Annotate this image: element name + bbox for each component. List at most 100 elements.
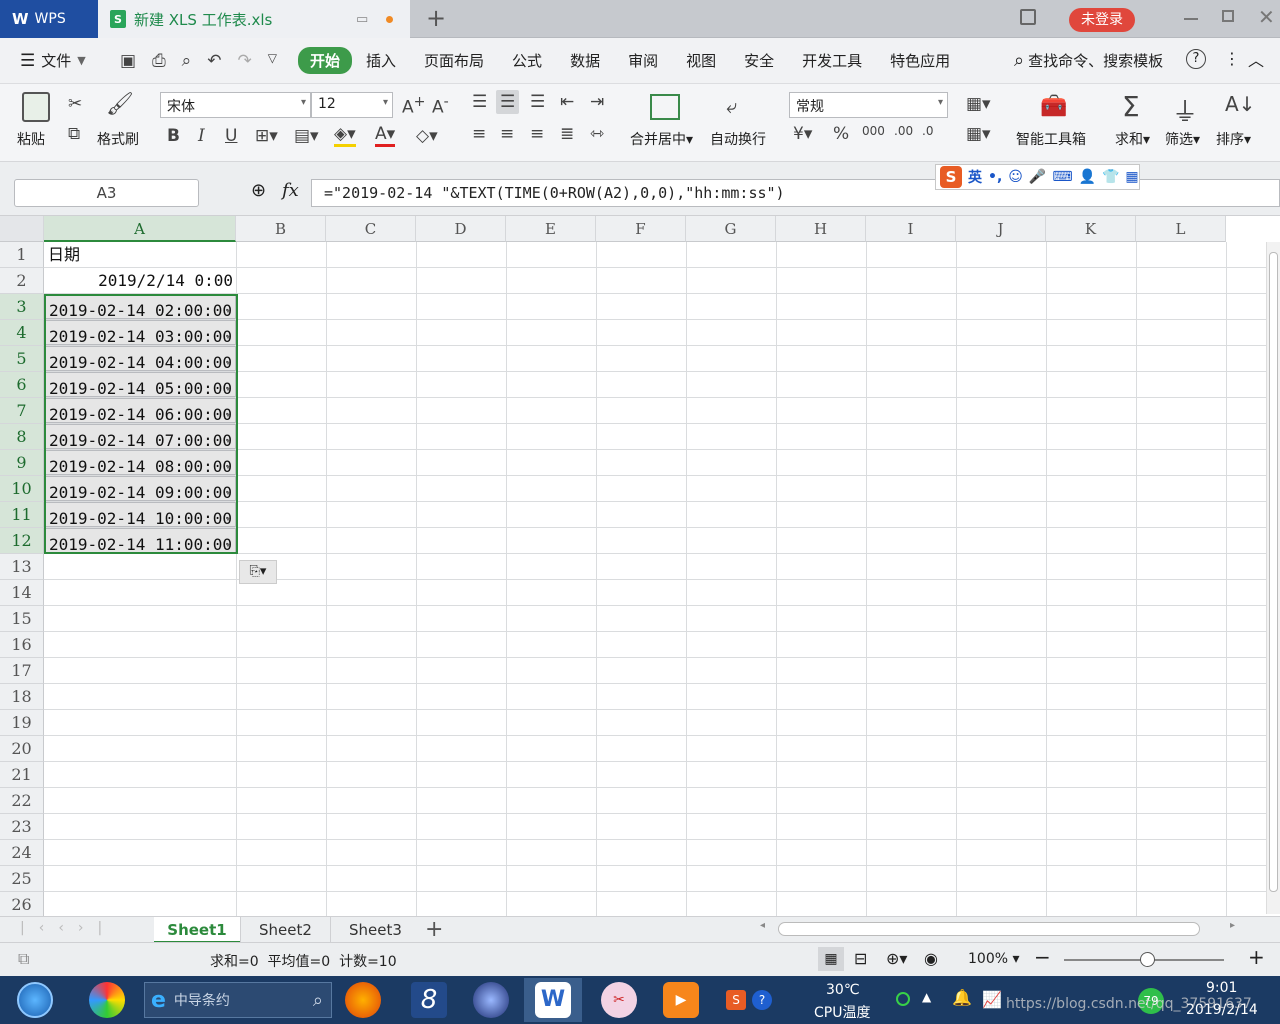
- video-player-icon[interactable]: ▶: [652, 978, 710, 1022]
- grid-icon[interactable]: ▦: [1125, 169, 1138, 185]
- app-icon-sphere[interactable]: [462, 978, 520, 1022]
- cell-style-icon[interactable]: ▤▾: [294, 126, 319, 146]
- zoom-level[interactable]: 100% ▾: [968, 951, 1020, 967]
- zoom-slider-thumb[interactable]: [1140, 952, 1155, 967]
- tray-help-icon[interactable]: ?: [752, 990, 772, 1010]
- screenshot-icon[interactable]: ✂: [590, 978, 648, 1022]
- ribbon-tab-2[interactable]: 页面布局: [410, 50, 498, 71]
- row-header-6[interactable]: 6: [0, 372, 44, 398]
- filter-button[interactable]: 筛选▾: [1165, 129, 1200, 149]
- column-header-E[interactable]: E: [506, 216, 596, 242]
- format-painter-button[interactable]: 格式刷: [97, 129, 139, 149]
- save-icon[interactable]: ▣: [120, 51, 136, 71]
- percent-icon[interactable]: %: [833, 124, 849, 144]
- cell-A2[interactable]: 2019/2/14 0:00: [45, 268, 236, 293]
- print-preview-icon[interactable]: ⌕: [182, 51, 192, 71]
- normal-view-icon[interactable]: ▦: [818, 947, 844, 971]
- column-header-A[interactable]: A: [44, 216, 236, 242]
- conditional-format-icon[interactable]: ▦▾: [966, 94, 991, 114]
- login-button[interactable]: 未登录: [1069, 8, 1135, 32]
- column-header-J[interactable]: J: [956, 216, 1046, 242]
- macro-icon[interactable]: ⧉: [18, 949, 29, 969]
- start-button[interactable]: [6, 978, 64, 1022]
- row-header-3[interactable]: 3: [0, 294, 44, 320]
- row-header-12[interactable]: 12: [0, 528, 44, 554]
- row-header-20[interactable]: 20: [0, 736, 44, 762]
- row-header-16[interactable]: 16: [0, 632, 44, 658]
- tray-sogou-icon[interactable]: S: [726, 990, 746, 1010]
- row-header-15[interactable]: 15: [0, 606, 44, 632]
- row-header-26[interactable]: 26: [0, 892, 44, 916]
- new-tab-button[interactable]: +: [426, 4, 446, 32]
- row-header-7[interactable]: 7: [0, 398, 44, 424]
- justify-icon[interactable]: ≣: [560, 124, 574, 144]
- underline-icon[interactable]: U: [225, 126, 237, 146]
- sheet-tab-2[interactable]: Sheet2: [240, 917, 330, 943]
- ribbon-tab-1[interactable]: 插入: [352, 50, 410, 71]
- cell-A6[interactable]: 2019-02-14 05:00:00: [45, 372, 236, 397]
- align-bottom-icon[interactable]: ☰: [530, 92, 545, 112]
- row-header-5[interactable]: 5: [0, 346, 44, 372]
- paste-button[interactable]: 粘贴: [17, 129, 45, 149]
- eye-protect-icon[interactable]: ◉: [924, 949, 938, 968]
- row-header-18[interactable]: 18: [0, 684, 44, 710]
- firefox-icon[interactable]: [334, 978, 392, 1022]
- decrease-font-icon[interactable]: A-: [432, 94, 449, 118]
- cell-A11[interactable]: 2019-02-14 10:00:00: [45, 502, 236, 527]
- ribbon-tab-3[interactable]: 公式: [498, 50, 556, 71]
- align-middle-icon[interactable]: ☰: [496, 90, 520, 114]
- row-header-24[interactable]: 24: [0, 840, 44, 866]
- select-all-corner[interactable]: [0, 216, 44, 242]
- file-tab[interactable]: S 新建 XLS 工作表.xls ▭: [98, 0, 410, 38]
- table-style-icon[interactable]: ▦▾: [966, 124, 991, 144]
- column-header-G[interactable]: G: [686, 216, 776, 242]
- row-header-23[interactable]: 23: [0, 814, 44, 840]
- merge-center-icon[interactable]: [650, 94, 680, 120]
- ribbon-tab-6[interactable]: 视图: [672, 50, 730, 71]
- horizontal-scroll-thumb[interactable]: [778, 922, 1200, 936]
- smart-toolbox-icon[interactable]: 🧰: [1040, 94, 1067, 119]
- row-header-19[interactable]: 19: [0, 710, 44, 736]
- tray-status-icon[interactable]: [896, 992, 910, 1006]
- number-format-select[interactable]: 常规: [789, 92, 948, 118]
- column-header-B[interactable]: B: [236, 216, 326, 242]
- vertical-scroll-thumb[interactable]: [1269, 252, 1278, 892]
- undo-icon[interactable]: ↶: [207, 51, 221, 71]
- font-size-select[interactable]: 12: [311, 92, 393, 118]
- emoji-icon[interactable]: ☺: [1008, 169, 1023, 185]
- clock-time[interactable]: 9:01: [1206, 980, 1237, 996]
- more-icon[interactable]: ⋮: [1224, 49, 1240, 68]
- ribbon-tab-5[interactable]: 审阅: [614, 50, 672, 71]
- ime-mode[interactable]: 英: [968, 167, 982, 187]
- sheet-tab-1[interactable]: Sheet1: [154, 917, 240, 943]
- font-color-icon[interactable]: A▾: [375, 124, 396, 147]
- decrease-indent-icon[interactable]: ⇤: [560, 92, 574, 112]
- row-header-21[interactable]: 21: [0, 762, 44, 788]
- column-header-F[interactable]: F: [596, 216, 686, 242]
- ribbon-tab-7[interactable]: 安全: [730, 50, 788, 71]
- align-top-icon[interactable]: ☰: [472, 92, 487, 112]
- page-break-view-icon[interactable]: ⊟: [854, 949, 867, 968]
- format-painter-icon[interactable]: 🖌: [106, 92, 134, 117]
- scroll-right-icon[interactable]: ▸: [1230, 920, 1235, 931]
- paste-icon[interactable]: [22, 92, 50, 122]
- command-search[interactable]: ⌕ 查找命令、搜索模板: [1014, 50, 1163, 71]
- row-header-4[interactable]: 4: [0, 320, 44, 346]
- thousands-icon[interactable]: 000: [862, 124, 885, 138]
- cell-A8[interactable]: 2019-02-14 07:00:00: [45, 424, 236, 449]
- name-box[interactable]: A3: [14, 179, 199, 207]
- help-icon[interactable]: ?: [1186, 49, 1206, 69]
- zoom-out-button[interactable]: −: [1034, 945, 1051, 969]
- zoom-formula-icon[interactable]: ⊕: [251, 180, 266, 201]
- row-header-13[interactable]: 13: [0, 554, 44, 580]
- column-header-I[interactable]: I: [866, 216, 956, 242]
- column-header-D[interactable]: D: [416, 216, 506, 242]
- distributed-icon[interactable]: ⇿: [590, 124, 604, 144]
- ribbon-tab-4[interactable]: 数据: [556, 50, 614, 71]
- increase-indent-icon[interactable]: ⇥: [590, 92, 604, 112]
- copy-icon[interactable]: ⧉: [68, 124, 80, 144]
- wps-taskbar-icon[interactable]: W: [524, 978, 582, 1022]
- row-header-2[interactable]: 2: [0, 268, 44, 294]
- bold-icon[interactable]: B: [167, 126, 180, 146]
- row-header-8[interactable]: 8: [0, 424, 44, 450]
